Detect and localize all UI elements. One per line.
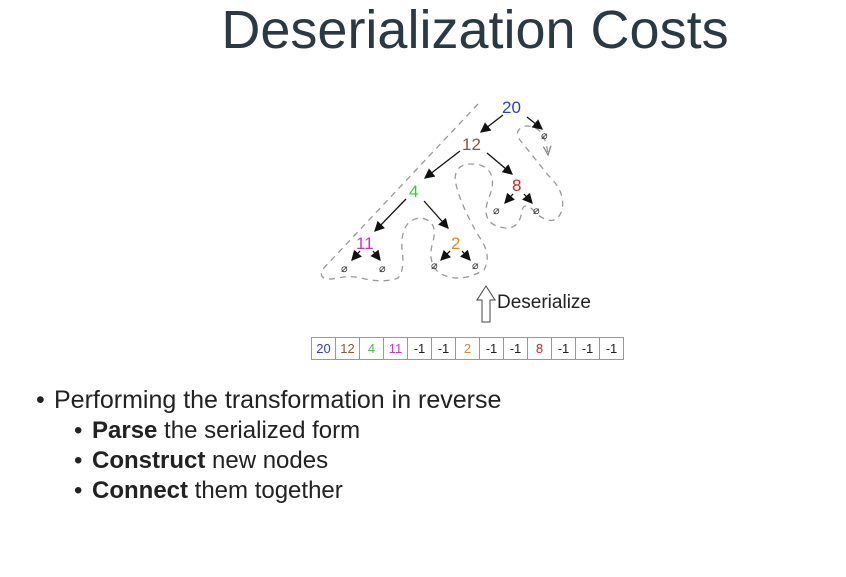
null-leaf: ⌀ <box>541 130 548 142</box>
edge-2-null-l <box>440 249 452 261</box>
bullet-dot-icon: • <box>74 477 83 504</box>
edge-8-null-r <box>522 192 533 204</box>
node-4: 4 <box>409 182 418 201</box>
sub-bullet-keyword: Connect <box>92 477 188 504</box>
array-cell: -1 <box>479 337 504 360</box>
edge-20-12 <box>479 114 504 133</box>
array-cell: -1 <box>575 337 600 360</box>
edge-8-null-l <box>504 192 515 204</box>
node-11: 11 <box>356 234 374 253</box>
node-12: 12 <box>462 135 481 154</box>
serialized-array: 20 12 4 11 -1 -1 2 -1 -1 8 -1 -1 -1 <box>311 337 624 360</box>
bullet-dot-icon: • <box>74 447 83 474</box>
array-cell: -1 <box>407 337 432 360</box>
array-cell: 2 <box>455 337 480 360</box>
null-leaf: ⌀ <box>533 205 540 217</box>
deserialize-arrow-icon <box>476 285 496 323</box>
sub-bullet-keyword: Construct <box>92 447 206 474</box>
bullet-main-text: Performing the transformation in reverse <box>54 386 502 414</box>
sub-bullet: • Construct new nodes <box>36 446 501 476</box>
edge-4-11 <box>374 198 407 232</box>
array-cell: -1 <box>503 337 528 360</box>
edge-2-null-r <box>460 249 471 261</box>
sub-bullet: • Parse the serialized form <box>36 416 501 446</box>
array-cell: 4 <box>359 337 384 360</box>
null-leaf: ⌀ <box>379 263 386 275</box>
edge-20-null <box>526 116 544 130</box>
array-row: 20 12 4 11 -1 -1 2 -1 -1 8 -1 -1 -1 <box>311 337 624 360</box>
edge-12-8 <box>486 152 513 175</box>
array-cell: 8 <box>527 337 552 360</box>
null-leaf: ⌀ <box>493 205 500 217</box>
node-8: 8 <box>512 176 521 195</box>
sub-bullet: • Connect them together <box>36 476 501 506</box>
deserialize-label: Deserialize <box>497 292 591 313</box>
array-cell: -1 <box>599 337 624 360</box>
node-20: 20 <box>502 98 521 117</box>
edge-4-2 <box>423 200 449 229</box>
bullet-list: • Performing the transformation in revers… <box>36 385 501 506</box>
array-cell: -1 <box>551 337 576 360</box>
array-cell: 12 <box>335 337 360 360</box>
array-cell: 20 <box>311 337 336 360</box>
bullet-main: • Performing the transformation in revers… <box>36 385 501 416</box>
sub-bullet-text: new nodes <box>205 447 329 474</box>
edge-11-null-r <box>370 249 381 262</box>
sub-bullet-text: the serialized form <box>157 417 361 444</box>
sub-bullet-text: them together <box>188 477 343 504</box>
sub-bullet-keyword: Parse <box>92 417 158 444</box>
node-2: 2 <box>451 234 460 253</box>
null-leaf: ⌀ <box>431 260 438 272</box>
bullet-dot-icon: • <box>36 386 45 414</box>
tree-diagram: 20 12 4 8 11 2 ⌀ ⌀ ⌀ ⌀ ⌀ ⌀ ⌀ <box>320 98 564 323</box>
null-leaf: ⌀ <box>341 263 348 275</box>
null-leaf: ⌀ <box>472 260 479 272</box>
bullet-dot-icon: • <box>74 417 83 444</box>
array-cell: 11 <box>383 337 408 360</box>
array-cell: -1 <box>431 337 456 360</box>
